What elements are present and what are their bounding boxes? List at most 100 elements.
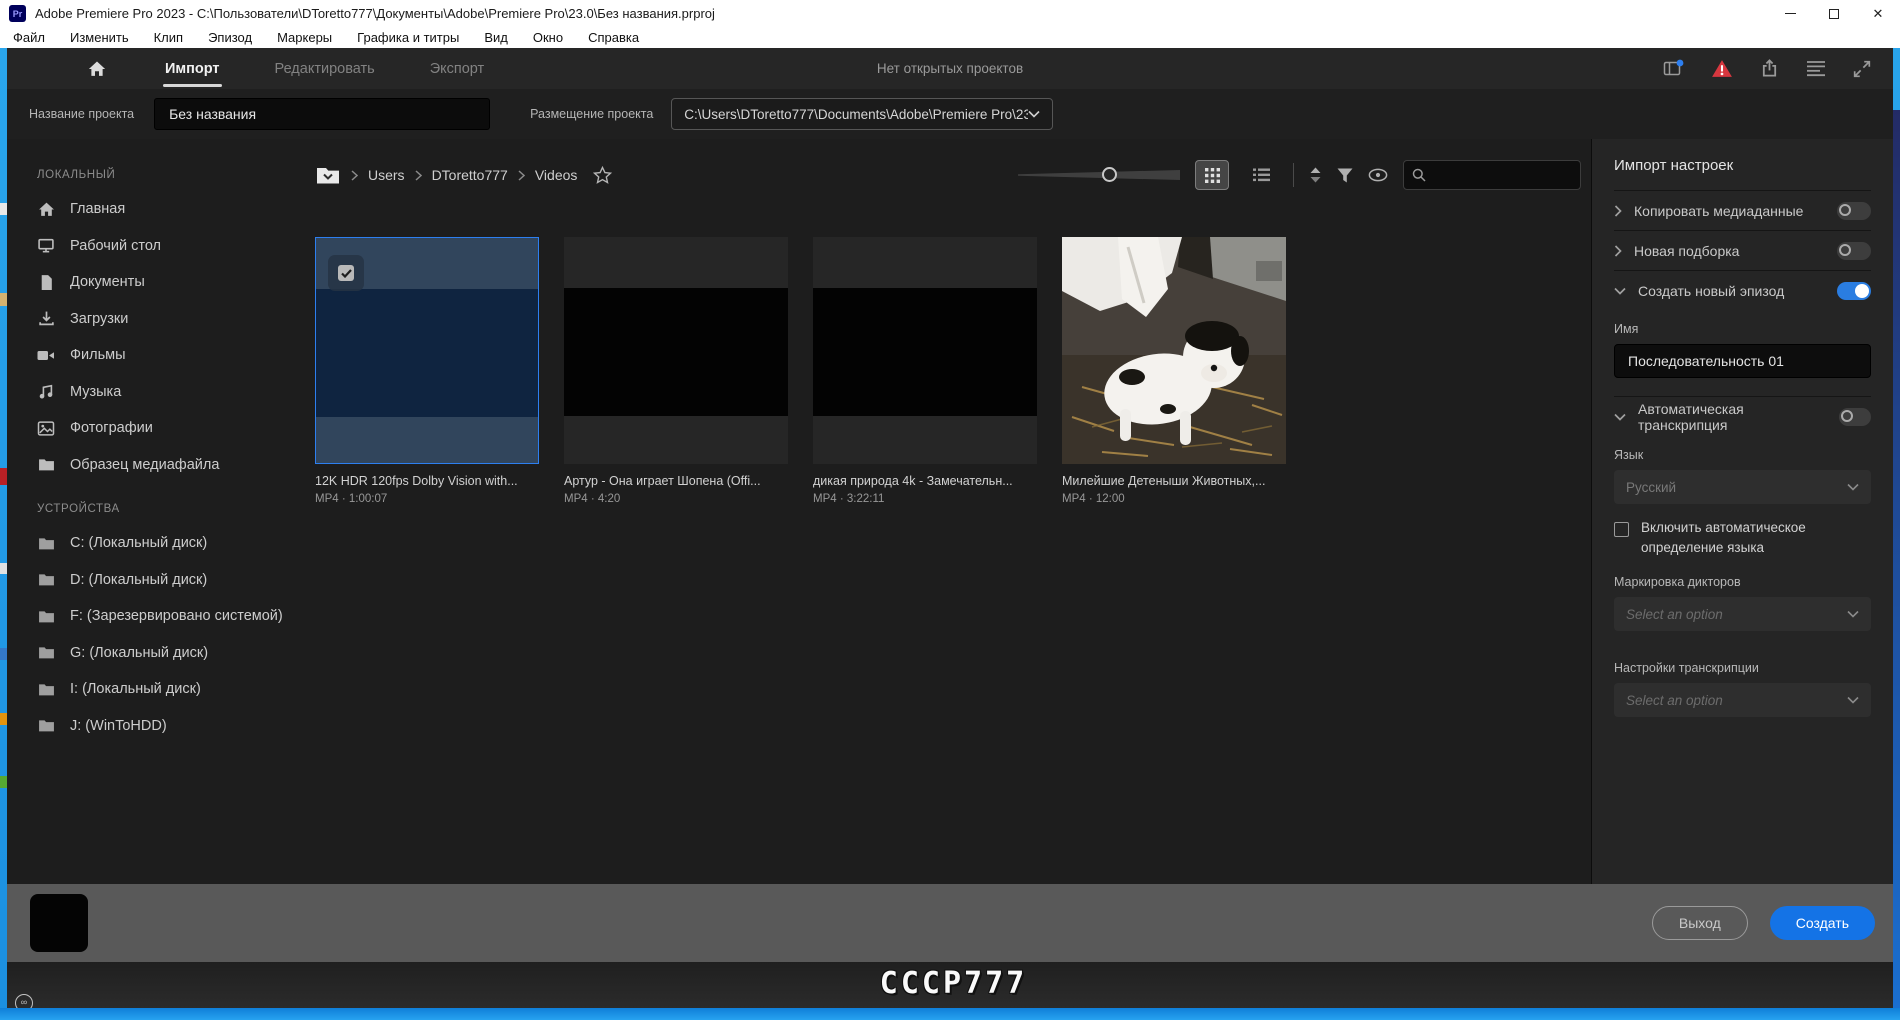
auto-detect-checkbox[interactable] [1614,522,1629,537]
menu-graphics[interactable]: Графика и титры [357,30,459,45]
transcription-settings-select[interactable]: Select an option [1614,683,1871,718]
menu-view[interactable]: Вид [484,30,508,45]
folder-icon [37,609,55,624]
auto-transcription-toggle[interactable] [1838,407,1871,426]
menu-sequence[interactable]: Эпизод [208,30,252,45]
breadcrumb-videos[interactable]: Videos [535,167,578,183]
media-title: дикая природа 4k - Замечательн... [813,474,1013,488]
sidebar-item-drive-f[interactable]: F: (Зарезервировано системой) [37,598,303,635]
sidebar-item-documents[interactable]: Документы [37,264,303,301]
search-input[interactable] [1432,167,1580,183]
menu-file[interactable]: Файл [13,30,45,45]
menu-window[interactable]: Окно [533,30,563,45]
slider-knob[interactable] [1102,167,1117,182]
video-thumbnail[interactable] [564,237,788,464]
sidebar-item-drive-c[interactable]: C: (Локальный диск) [37,525,303,562]
tab-edit[interactable]: Редактировать [275,61,375,77]
import-settings-panel: Импорт настроек Копировать медиаданные Н… [1591,139,1893,884]
search-box[interactable] [1403,160,1581,190]
copy-media-section[interactable]: Копировать медиаданные [1614,190,1871,230]
new-bin-toggle[interactable] [1837,241,1871,260]
media-card[interactable]: Артур - Она играет Шопена (Offi... MP4 ·… [564,237,788,505]
menubar: Файл Изменить Клип Эпизод Маркеры График… [0,27,1900,48]
share-icon[interactable] [1760,59,1779,78]
sidebar-item-drive-i[interactable]: I: (Локальный диск) [37,671,303,708]
sidebar-item-drive-j[interactable]: J: (WinToHDD) [37,708,303,745]
tab-export[interactable]: Экспорт [430,61,484,77]
sequence-name-input[interactable] [1614,344,1871,378]
home-icon[interactable] [87,59,107,79]
close-button[interactable]: ✕ [1856,0,1900,27]
desktop-icon-fragment [0,563,7,574]
media-meta: MP4 · 3:22:11 [813,493,885,505]
sort-icon[interactable] [1309,167,1322,183]
exit-button[interactable]: Выход [1651,906,1748,940]
desktop-icon-fragment [0,203,7,215]
video-thumbnail[interactable] [315,237,539,464]
thumbnail-size-slider[interactable] [1018,167,1180,183]
sidebar-item-label: Документы [70,274,145,291]
video-thumbnail[interactable] [813,237,1037,464]
speaker-labeling-label: Маркировка дикторов [1614,575,1741,590]
menu-clip[interactable]: Клип [154,30,183,45]
media-card[interactable]: дикая природа 4k - Замечательн... MP4 · … [813,237,1037,505]
media-title: Милейшие Детеныши Животных,... [1062,474,1266,488]
language-select[interactable]: Русский [1614,470,1871,504]
transcription-settings-value: Select an option [1626,692,1723,708]
folder-icon [37,572,55,587]
minimize-button[interactable] [1768,0,1812,27]
chevron-right-icon [1614,204,1622,217]
project-location-select[interactable]: C:\Users\DToretto777\Documents\Adobe\Pre… [671,98,1054,130]
favorite-star-icon[interactable] [593,166,613,184]
speaker-labeling-select[interactable]: Select an option [1614,597,1871,632]
filter-icon[interactable] [1337,168,1353,183]
language-label: Язык [1614,448,1644,462]
project-name-label: Название проекта [29,107,135,121]
search-icon [1412,168,1426,182]
new-bin-section[interactable]: Новая подборка [1614,230,1871,270]
warning-icon[interactable] [1711,59,1733,78]
menu-markers[interactable]: Маркеры [277,30,332,45]
new-sequence-toggle[interactable] [1837,281,1871,300]
breadcrumb-users[interactable]: Users [368,167,405,183]
desktop-icon-fragment [0,713,7,725]
workspace-panel-icon[interactable] [1663,59,1684,78]
menu-edit[interactable]: Изменить [70,30,129,45]
sidebar-item-label: D: (Локальный диск) [70,571,208,588]
sidebar-item-home[interactable]: Главная [37,191,303,228]
selection-checkbox[interactable] [328,255,364,291]
tab-import[interactable]: Импорт [163,61,222,87]
folder-icon [37,682,55,697]
sidebar-item-music[interactable]: Музыка [37,374,303,411]
sidebar-item-movies[interactable]: Фильмы [37,337,303,374]
list-view-button[interactable] [1244,160,1278,190]
chevron-right-icon [415,169,422,181]
media-card[interactable]: 12K HDR 120fps Dolby Vision with... MP4 … [315,237,539,505]
video-thumbnail-photo[interactable] [1062,237,1286,464]
create-button[interactable]: Создать [1769,906,1875,940]
project-location-value: C:\Users\DToretto777\Documents\Adobe\Pre… [684,106,1029,122]
sidebar-item-drive-d[interactable]: D: (Локальный диск) [37,562,303,599]
auto-detect-language-option[interactable]: Включить автоматическое определение язык… [1614,518,1871,557]
current-folder-icon[interactable] [315,165,341,186]
fullscreen-icon[interactable] [1853,60,1871,78]
sidebar-item-downloads[interactable]: Загрузки [37,301,303,338]
project-name-input[interactable] [154,98,491,130]
sidebar-item-desktop[interactable]: Рабочий стол [37,228,303,265]
new-sequence-section[interactable]: Создать новый эпизод [1614,270,1871,310]
maximize-button[interactable] [1812,0,1856,27]
copy-media-toggle[interactable] [1837,201,1871,220]
media-card[interactable]: Милейшие Детеныши Животных,... MP4 · 12:… [1062,237,1286,505]
breadcrumb-user[interactable]: DToretto777 [432,167,508,183]
workspaces-menu-icon[interactable] [1806,60,1826,77]
sidebar-item-label: J: (WinToHDD) [70,717,167,734]
preview-eye-icon[interactable] [1368,168,1388,182]
media-meta: MP4 · 4:20 [564,493,621,505]
sidebar-item-photos[interactable]: Фотографии [37,410,303,447]
sidebar-item-sample-media[interactable]: Образец медиафайла [37,447,303,484]
premiere-app-icon: Pr [9,5,26,22]
sidebar-item-drive-g[interactable]: G: (Локальный диск) [37,635,303,672]
menu-help[interactable]: Справка [588,30,639,45]
auto-transcription-section[interactable]: Автоматическая транскрипция [1614,396,1871,436]
grid-view-button[interactable] [1195,160,1229,190]
